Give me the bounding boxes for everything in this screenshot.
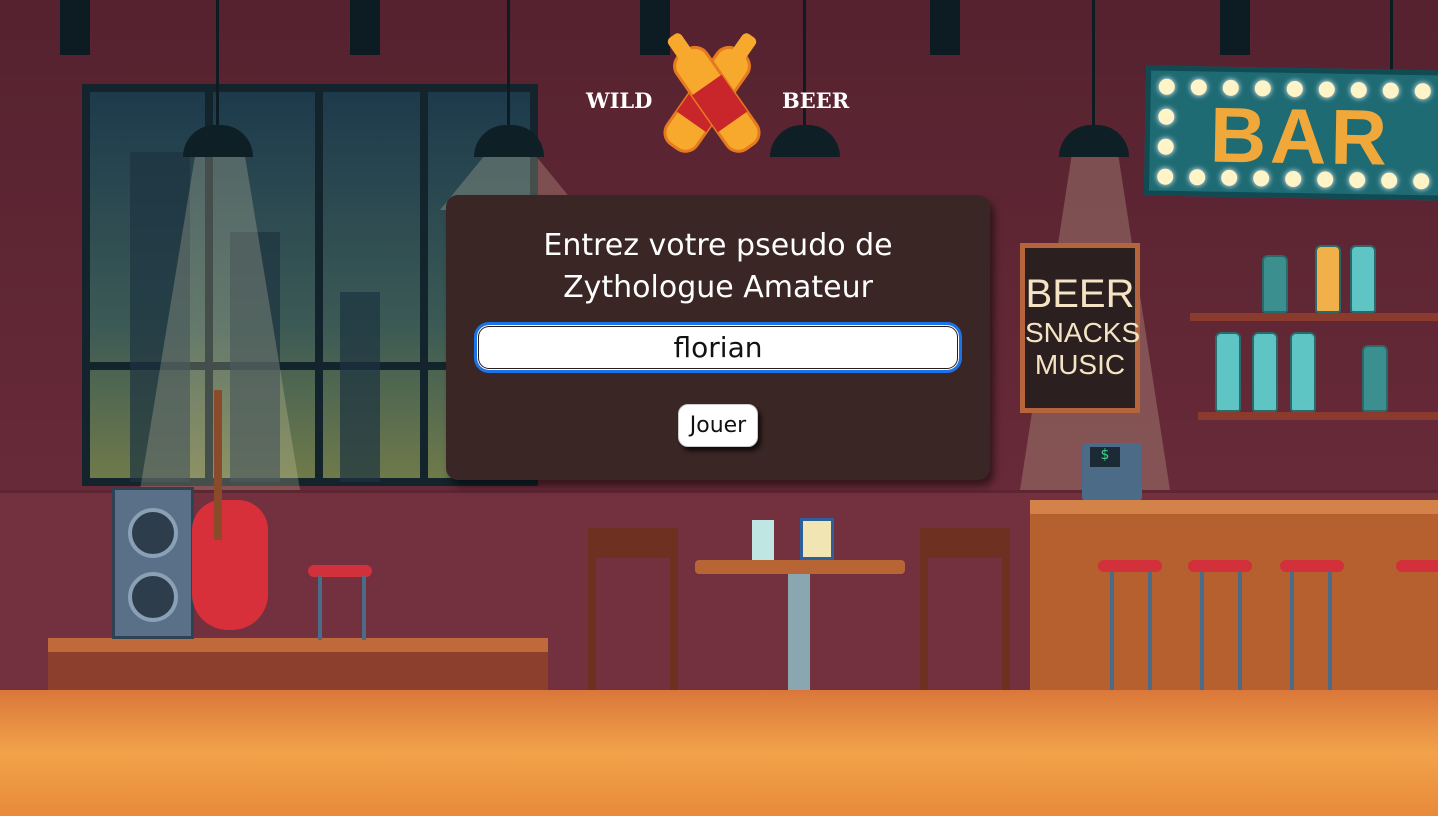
- bottle: [1315, 245, 1341, 313]
- lamp-cord: [1092, 0, 1095, 125]
- crossed-bottles-icon: [663, 33, 761, 153]
- table: [695, 560, 905, 574]
- title-line: Entrez votre pseudo de: [543, 228, 893, 263]
- ceiling-fixture: [60, 0, 90, 55]
- board-line: BEER: [1025, 272, 1135, 316]
- bottle: [1262, 255, 1288, 313]
- board-line: MUSIC: [1034, 349, 1126, 380]
- bar-stool: [1280, 560, 1344, 572]
- speaker: [112, 487, 194, 639]
- bottle: [1252, 332, 1278, 412]
- bar-stool: [1396, 560, 1438, 572]
- floor: [0, 690, 1438, 816]
- play-button[interactable]: Jouer: [678, 404, 758, 447]
- salt-shaker: [752, 520, 774, 560]
- cash-register: $: [1082, 443, 1142, 501]
- title-line: Zythologue Amateur: [563, 270, 873, 305]
- guitar-neck: [214, 390, 222, 540]
- register-display: $: [1090, 447, 1120, 467]
- ceiling-fixture: [1220, 0, 1250, 55]
- chair: [588, 528, 678, 703]
- chair: [920, 528, 1010, 703]
- pseudo-input[interactable]: [474, 322, 962, 373]
- logo-word-wild: WILD: [586, 88, 653, 113]
- bar-stool: [1188, 560, 1252, 572]
- shelf: [1190, 313, 1438, 321]
- logo-word-beer: BEER: [782, 88, 850, 113]
- bar-counter: [1030, 500, 1438, 690]
- bar-sign-text: BAR: [1209, 90, 1392, 182]
- stage: [48, 638, 548, 690]
- table-leg: [788, 574, 810, 694]
- board-line: SNACKS: [1025, 317, 1141, 348]
- ceiling-fixture: [930, 0, 960, 55]
- menu-chalkboard: BEER SNACKS MUSIC: [1020, 243, 1140, 413]
- bar-sign: BAR: [1143, 65, 1438, 201]
- menu-holder: [800, 518, 834, 560]
- pseudo-dialog: Entrez votre pseudo de Zythologue Amateu…: [446, 195, 990, 480]
- bottle: [1215, 332, 1241, 412]
- lamp-cord: [507, 0, 510, 125]
- lamp-cord: [216, 0, 219, 125]
- wild-beer-logo: WILD BEER: [582, 24, 852, 169]
- shelf: [1198, 412, 1438, 420]
- bottle: [1350, 245, 1376, 313]
- guitar: [192, 500, 268, 630]
- dialog-title: Entrez votre pseudo de Zythologue Amateu…: [446, 225, 990, 309]
- ceiling-fixture: [350, 0, 380, 55]
- bar-stool: [1098, 560, 1162, 572]
- bottle: [1362, 345, 1388, 412]
- bottle: [1290, 332, 1316, 412]
